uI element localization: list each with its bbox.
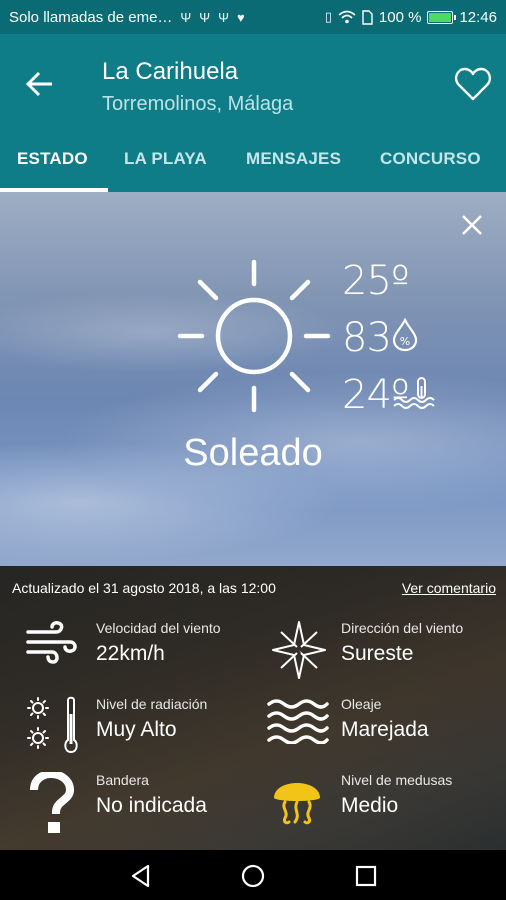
- home-circle-icon[interactable]: [240, 863, 266, 889]
- system-navigation-bar: [0, 850, 506, 900]
- sim-icon: [362, 9, 373, 25]
- compass-rose-icon: [272, 621, 326, 679]
- tab-estado[interactable]: ESTADO: [17, 149, 88, 169]
- wind-direction-label: Dirección del viento: [341, 620, 464, 636]
- wind-direction-item: Dirección del viento Sureste: [271, 620, 506, 690]
- waves-icon: [267, 699, 329, 744]
- waves-label: Oleaje: [341, 696, 382, 712]
- back-arrow-icon[interactable]: [24, 64, 56, 104]
- beach-info-panel: Actualizado el 31 agosto 2018, a las 12:…: [0, 566, 506, 850]
- battery-percentage: 100 %: [378, 8, 422, 26]
- sun-icon: [177, 259, 331, 413]
- radiation-item: Nivel de radiación Muy Alto: [26, 696, 266, 766]
- page-title: La Carihuela: [102, 58, 239, 85]
- humidity-drop-icon: %: [392, 318, 418, 352]
- radiation-label: Nivel de radiación: [96, 696, 208, 712]
- wind-speed-label: Velocidad del viento: [96, 620, 221, 636]
- updated-timestamp: Actualizado el 31 agosto 2018, a las 12:…: [12, 580, 276, 596]
- clock: 12:46: [459, 8, 497, 26]
- flag-label: Bandera: [96, 772, 149, 788]
- waves-value: Marejada: [341, 718, 429, 741]
- status-bar: Solo llamadas de eme… Ψ Ψ Ψ ♥ ▯ 100 % 12…: [0, 0, 506, 34]
- tab-bar: ESTADO LA PLAYA MENSAJES CONCURSO: [0, 134, 506, 192]
- water-temperature-icon: [393, 377, 435, 409]
- wifi-icon: [338, 10, 356, 24]
- health-icon: ♥: [237, 9, 245, 25]
- waves-item: Oleaje Marejada: [267, 696, 506, 766]
- battery-icon: [427, 10, 457, 24]
- svg-text:%: %: [400, 335, 410, 348]
- wind-speed-item: Velocidad del viento 22km/h: [26, 620, 266, 690]
- radiation-level-icon: [27, 696, 78, 754]
- jellyfish-value: Medio: [341, 794, 399, 817]
- radiation-value: Muy Alto: [96, 718, 177, 741]
- tab-concurso[interactable]: CONCURSO: [380, 149, 481, 169]
- recents-square-icon[interactable]: [353, 863, 379, 889]
- air-temperature: 25º: [342, 258, 410, 304]
- weather-panel: 25º 83 % 24º Soleado: [0, 192, 506, 566]
- humidity-value: 83: [342, 315, 392, 361]
- app-bar: La Carihuela Torremolinos, Málaga: [0, 34, 506, 134]
- tab-mensajes[interactable]: MENSAJES: [246, 149, 341, 169]
- vibrate-icon: ▯: [324, 9, 332, 24]
- usb-icon: Ψ: [218, 9, 230, 25]
- favorite-heart-icon[interactable]: [454, 66, 492, 102]
- weather-condition: Soleado: [183, 432, 323, 474]
- view-comment-link[interactable]: Ver comentario: [402, 580, 496, 596]
- jellyfish-label: Nivel de medusas: [341, 772, 453, 788]
- status-text: Solo llamadas de eme…: [9, 8, 173, 26]
- jellyfish-icon: [274, 783, 320, 825]
- flag-item: Bandera No indicada: [26, 772, 266, 842]
- flag-value: No indicada: [96, 794, 207, 817]
- question-mark-icon: [30, 772, 75, 833]
- close-icon[interactable]: [460, 213, 484, 237]
- wind-speed-value: 22km/h: [96, 642, 165, 665]
- usb-icon: Ψ: [199, 9, 211, 25]
- wind-icon: [26, 621, 77, 664]
- wind-direction-value: Sureste: [341, 642, 414, 665]
- tab-la-playa[interactable]: LA PLAYA: [124, 149, 207, 169]
- usb-icon: Ψ: [180, 9, 192, 25]
- back-triangle-icon[interactable]: [128, 863, 154, 889]
- page-subtitle: Torremolinos, Málaga: [102, 93, 294, 115]
- jellyfish-item: Nivel de medusas Medio: [271, 772, 506, 842]
